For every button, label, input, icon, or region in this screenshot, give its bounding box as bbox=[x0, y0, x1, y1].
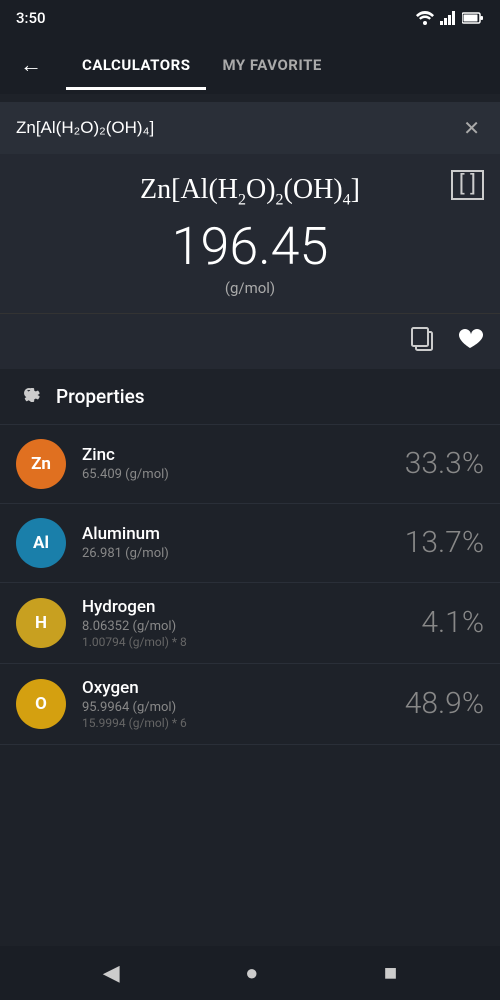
element-row: H Hydrogen 8.06352 (g/mol)1.00794 (g/mol) … bbox=[0, 583, 500, 664]
formula-display: Zn[Al(H2O)2(OH)4] bbox=[16, 174, 484, 210]
element-percent: 4.1% bbox=[421, 605, 484, 640]
element-name: Aluminum bbox=[82, 524, 389, 544]
search-bar: ✕ bbox=[0, 102, 500, 154]
clear-button[interactable]: ✕ bbox=[459, 112, 484, 144]
nav-recents-button[interactable]: ■ bbox=[384, 960, 397, 986]
element-row: Zn Zinc 65.409 (g/mol) 33.3% bbox=[0, 425, 500, 504]
copy-button[interactable] bbox=[408, 324, 436, 359]
favorite-button[interactable] bbox=[456, 324, 484, 359]
element-info: Aluminum 26.981 (g/mol) bbox=[82, 524, 389, 561]
status-icons bbox=[416, 11, 484, 25]
element-row: O Oxygen 95.9964 (g/mol)15.9994 (g/mol) * … bbox=[0, 664, 500, 745]
element-mass: 26.981 (g/mol) bbox=[82, 546, 389, 561]
molar-mass-value: 196.45 bbox=[16, 218, 484, 275]
unit-label: (g/mol) bbox=[16, 279, 484, 297]
bottom-nav: ◀ ● ■ bbox=[0, 946, 500, 1000]
element-badge: H bbox=[16, 598, 66, 648]
element-percent: 33.3% bbox=[405, 446, 484, 481]
element-info: Oxygen 95.9964 (g/mol)15.9994 (g/mol) * 6 bbox=[82, 678, 389, 730]
element-info: Hydrogen 8.06352 (g/mol)1.00794 (g/mol) *… bbox=[82, 597, 405, 649]
nav-bar: ← CALCULATORS MY FAVORITE bbox=[0, 36, 500, 94]
nav-back-button[interactable]: ◀ bbox=[103, 961, 120, 986]
formula-area: [ ] Zn[Al(H2O)2(OH)4] 196.45 (g/mol) bbox=[0, 154, 500, 313]
status-time: 3:50 bbox=[16, 9, 46, 27]
element-name: Hydrogen bbox=[82, 597, 405, 617]
element-row: Al Aluminum 26.981 (g/mol) 13.7% bbox=[0, 504, 500, 583]
action-bar bbox=[0, 313, 500, 369]
signal-icon bbox=[440, 11, 456, 25]
tab-calculators[interactable]: CALCULATORS bbox=[66, 48, 206, 82]
nav-tabs: CALCULATORS MY FAVORITE bbox=[66, 48, 488, 82]
back-button[interactable]: ← bbox=[12, 48, 50, 82]
search-input[interactable] bbox=[16, 118, 459, 138]
nav-home-button[interactable]: ● bbox=[245, 960, 258, 986]
element-list: Zn Zinc 65.409 (g/mol) 33.3% Al Aluminum 26.98… bbox=[0, 425, 500, 745]
element-badge: O bbox=[16, 679, 66, 729]
element-mass: 8.06352 (g/mol) bbox=[82, 619, 405, 634]
element-name: Oxygen bbox=[82, 678, 389, 698]
element-mass: 95.9964 (g/mol) bbox=[82, 700, 389, 715]
element-percent: 13.7% bbox=[405, 525, 484, 560]
status-bar: 3:50 bbox=[0, 0, 500, 36]
gear-icon bbox=[16, 380, 42, 413]
battery-icon bbox=[462, 12, 484, 24]
element-sub-mass: 1.00794 (g/mol) * 8 bbox=[82, 635, 405, 649]
tab-my-favorite[interactable]: MY FAVORITE bbox=[206, 48, 337, 82]
wifi-icon bbox=[416, 11, 434, 25]
element-badge: Zn bbox=[16, 439, 66, 489]
element-name: Zinc bbox=[82, 445, 389, 465]
element-badge: Al bbox=[16, 518, 66, 568]
element-info: Zinc 65.409 (g/mol) bbox=[82, 445, 389, 482]
element-percent: 48.9% bbox=[405, 686, 484, 721]
element-sub-mass: 15.9994 (g/mol) * 6 bbox=[82, 716, 389, 730]
expand-button[interactable]: [ ] bbox=[451, 170, 484, 200]
element-mass: 65.409 (g/mol) bbox=[82, 467, 389, 482]
properties-title: Properties bbox=[56, 385, 145, 408]
properties-header: Properties bbox=[0, 369, 500, 425]
